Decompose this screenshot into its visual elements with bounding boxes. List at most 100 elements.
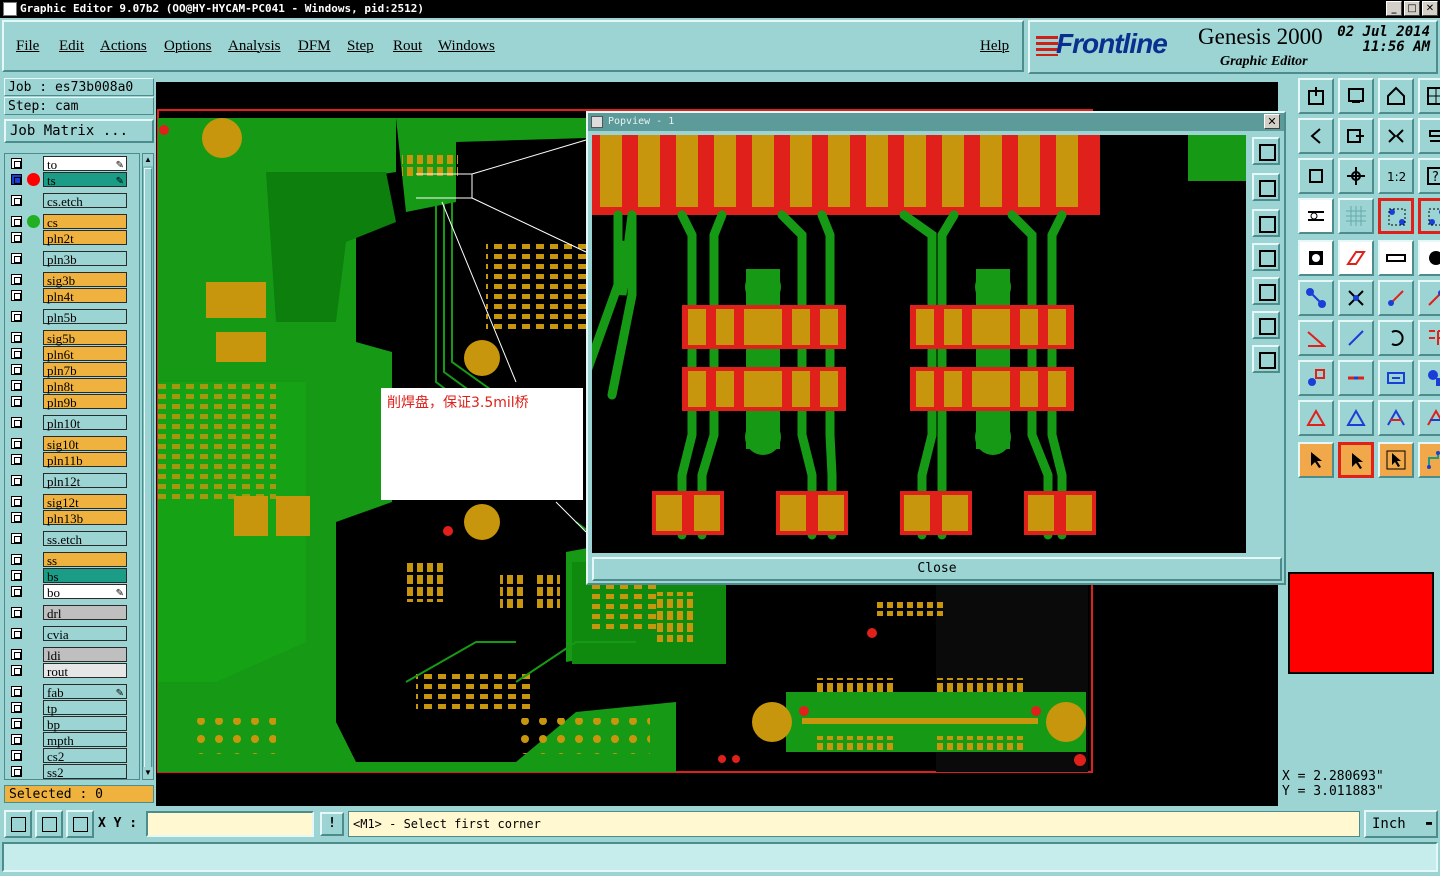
layer-name[interactable]: pln10t xyxy=(43,415,127,431)
popview-center-icon[interactable] xyxy=(1252,311,1280,339)
layer-row-bs[interactable]: bs xyxy=(7,568,127,584)
select-pads-icon[interactable] xyxy=(1378,198,1414,234)
grid-icon[interactable] xyxy=(1338,198,1374,234)
menu-edit[interactable]: Edit xyxy=(59,38,84,55)
menu-dfm[interactable]: DFM xyxy=(298,38,331,55)
layer-checkbox[interactable] xyxy=(11,232,22,243)
grid-snap-icon[interactable] xyxy=(66,810,94,838)
maximize-button[interactable]: □ xyxy=(1404,1,1420,16)
popview-zoom-in-icon[interactable] xyxy=(1252,173,1280,201)
layer-name[interactable]: cs.etch xyxy=(43,193,127,209)
xy-input[interactable] xyxy=(146,811,314,837)
layer-row-to[interactable]: to ✎ xyxy=(7,156,127,172)
layer-name[interactable]: pln13b xyxy=(43,510,127,526)
layer-row-ss[interactable]: ss xyxy=(7,552,127,568)
layer-row-drl[interactable]: drl xyxy=(7,605,127,621)
layer-row-cs-etch[interactable]: cs.etch xyxy=(7,193,127,209)
scroll-thumb[interactable] xyxy=(144,168,152,768)
layer-row-sig3b[interactable]: sig3b xyxy=(7,272,127,288)
mirror-icon[interactable] xyxy=(1378,118,1414,154)
alert-icon[interactable]: ! xyxy=(320,812,344,836)
split-window-icon[interactable] xyxy=(1418,78,1440,114)
line-draw-icon[interactable] xyxy=(1378,280,1414,316)
layer-name[interactable]: pln8t xyxy=(43,378,127,394)
popview-zoom-fit-icon[interactable] xyxy=(1252,137,1280,165)
layer-checkbox[interactable] xyxy=(11,533,22,544)
layer-row-cs[interactable]: cs xyxy=(7,214,127,230)
pad-add-icon[interactable] xyxy=(1298,360,1334,396)
layer-name[interactable]: drl xyxy=(43,605,127,621)
layer-row-pln8t[interactable]: pln8t xyxy=(7,378,127,394)
flip-text-icon[interactable] xyxy=(1418,320,1440,356)
polygon-icon[interactable] xyxy=(1338,240,1374,276)
scale-1-2-icon[interactable]: 1:2 xyxy=(1378,158,1414,194)
popview-zoom-out-icon[interactable] xyxy=(1252,209,1280,237)
horizontal-line-icon[interactable] xyxy=(1338,360,1374,396)
menu-analysis[interactable]: Analysis xyxy=(228,38,281,55)
pan-left-icon[interactable] xyxy=(1298,118,1334,154)
popview-close-button[interactable]: Close xyxy=(592,557,1282,581)
layer-checkbox[interactable] xyxy=(11,311,22,322)
scroll-down-icon[interactable]: ▼ xyxy=(143,767,153,779)
pointer-net-icon[interactable] xyxy=(1418,442,1440,478)
layer-name[interactable]: cs2 xyxy=(43,748,127,764)
arc-triangle-icon[interactable] xyxy=(1378,400,1414,436)
layer-row-ldi[interactable]: ldi xyxy=(7,647,127,663)
layer-checkbox[interactable] xyxy=(11,686,22,697)
triangle-icon[interactable] xyxy=(1298,400,1334,436)
cross-feature-icon[interactable] xyxy=(1338,280,1374,316)
pad-shape-icon[interactable] xyxy=(1298,240,1334,276)
layer-row-mpth[interactable]: mpth xyxy=(7,732,127,748)
menu-help[interactable]: Help xyxy=(980,38,1009,55)
layer-checkbox[interactable] xyxy=(11,586,22,597)
layer-checkbox[interactable] xyxy=(11,554,22,565)
home-view-icon[interactable] xyxy=(1298,78,1334,114)
layer-checkbox[interactable] xyxy=(11,274,22,285)
help-question-icon[interactable]: ? xyxy=(1418,158,1440,194)
layer-checkbox[interactable] xyxy=(11,475,22,486)
menu-step[interactable]: Step xyxy=(347,38,374,55)
layer-name[interactable]: to ✎ xyxy=(43,156,127,172)
layer-checkbox[interactable] xyxy=(11,216,22,227)
diagonal-line-icon[interactable] xyxy=(1338,320,1374,356)
layer-name[interactable]: pln12t xyxy=(43,473,127,489)
layer-name[interactable]: bs xyxy=(43,568,127,584)
layer-name[interactable]: pln4t xyxy=(43,288,127,304)
layer-row-pln12t[interactable]: pln12t xyxy=(7,473,127,489)
layer-checkbox[interactable] xyxy=(11,649,22,660)
circle-pad-icon[interactable] xyxy=(1418,240,1440,276)
layer-row-pln9b[interactable]: pln9b xyxy=(7,394,127,410)
popview-close-icon[interactable]: ✕ xyxy=(1264,114,1280,129)
layer-name[interactable]: pln2t xyxy=(43,230,127,246)
layer-row-ss2[interactable]: ss2 xyxy=(7,764,127,779)
layer-row-cs2[interactable]: cs2 xyxy=(7,748,127,764)
layer-name[interactable]: cs xyxy=(43,214,127,230)
layer-row-bp[interactable]: bp xyxy=(7,716,127,732)
layer-checkbox[interactable] xyxy=(11,512,22,523)
layer-name[interactable]: sig12t xyxy=(43,494,127,510)
popview-pan-left-icon[interactable] xyxy=(1252,243,1280,271)
layer-name[interactable]: tp xyxy=(43,700,127,716)
layer-checkbox[interactable] xyxy=(11,734,22,745)
layer-name[interactable]: rout xyxy=(43,663,127,679)
scroll-up-icon[interactable]: ▲ xyxy=(143,154,153,166)
layer-name[interactable]: pln7b xyxy=(43,362,127,378)
layer-checkbox[interactable] xyxy=(11,195,22,206)
job-matrix-button[interactable]: Job Matrix ... xyxy=(4,119,154,143)
layer-checkbox[interactable] xyxy=(11,718,22,729)
layer-name[interactable]: bp xyxy=(43,716,127,732)
layer-row-cvia[interactable]: cvia xyxy=(7,626,127,642)
layer-checkbox[interactable] xyxy=(11,332,22,343)
zoom-down-icon[interactable] xyxy=(1338,78,1374,114)
layer-name[interactable]: ts ✎ xyxy=(43,172,127,188)
layer-name[interactable]: fab ✎ xyxy=(43,684,127,700)
menu-windows[interactable]: Windows xyxy=(438,38,495,55)
snap-mode-icon[interactable] xyxy=(4,810,32,838)
layer-row-pln5b[interactable]: pln5b xyxy=(7,309,127,325)
line-to-pad-icon[interactable] xyxy=(1418,280,1440,316)
layer-checkbox[interactable] xyxy=(11,607,22,618)
layer-row-bo[interactable]: bo ✎ xyxy=(7,584,127,600)
ruler-icon[interactable] xyxy=(1378,240,1414,276)
layer-checkbox[interactable] xyxy=(11,174,22,185)
layer-name[interactable]: pln6t xyxy=(43,346,127,362)
